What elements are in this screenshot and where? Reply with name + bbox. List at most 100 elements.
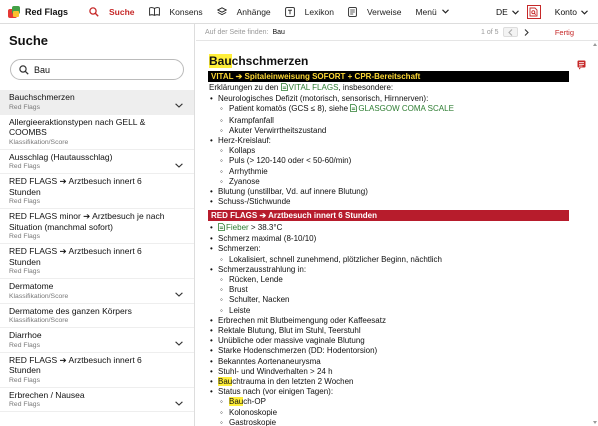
text: Lokalisiert, schnell zunehmend, plötzlic… xyxy=(229,254,443,264)
find-bar: Auf der Seite finden: Bau 1 of 5 Fertig xyxy=(196,24,598,41)
chevron-down-icon[interactable] xyxy=(175,284,183,302)
result-title: RED FLAGS ➔ Arztbesuch innert 6 Stunden xyxy=(9,176,142,197)
reference-link[interactable]: Fieber xyxy=(218,223,249,232)
list-item: Leiste xyxy=(209,306,442,316)
list-item: Kolonoskopie xyxy=(209,408,442,418)
app-logo[interactable]: Red Flags xyxy=(8,5,82,18)
language-selector[interactable]: DE xyxy=(496,7,508,17)
nav-label: Anhänge xyxy=(236,6,271,17)
search-result-item[interactable]: RED FLAGS ➔ Arztbesuch innert 6 Stunden R… xyxy=(0,244,194,279)
chevron-down-icon[interactable] xyxy=(175,155,183,173)
nav-anhänge[interactable]: Anhänge xyxy=(210,0,278,24)
list-item: Rücken, Lende xyxy=(209,275,442,285)
main-nav: Suche Konsens Anhänge Lexikon Verweise Menü xyxy=(82,0,461,24)
search-highlight: Bau xyxy=(229,397,244,407)
list-item: Arrhythmie xyxy=(209,167,454,177)
nav-menü[interactable]: Menü xyxy=(408,0,460,24)
list-item: Zyanose xyxy=(209,177,454,187)
search-result-item[interactable]: Dermatome Klassifikation/Score xyxy=(0,279,194,304)
find-input[interactable]: Bau xyxy=(272,29,284,36)
search-result-item[interactable]: Erbrechen / Nausea Red Flags xyxy=(0,388,194,412)
nav-label: Lexikon xyxy=(304,6,334,17)
document-icon xyxy=(348,6,362,17)
reference-link[interactable]: GLASGOW COMA SCALE xyxy=(350,104,454,113)
search-result-item[interactable]: Ausschlag (Hautausschlag) Red Flags xyxy=(0,150,194,174)
chevron-down-icon[interactable] xyxy=(175,95,183,113)
find-previous-button[interactable] xyxy=(503,27,518,37)
chevron-down-icon[interactable] xyxy=(581,9,588,15)
find-in-page-button[interactable] xyxy=(526,5,541,19)
app-name: Red Flags xyxy=(25,6,69,17)
chevron-down-icon[interactable] xyxy=(511,9,519,15)
text: Krampfanfall xyxy=(229,115,274,125)
nav-verweise[interactable]: Verweise xyxy=(341,0,409,24)
reference-link[interactable]: VITAL FLAGS xyxy=(280,83,338,94)
list-item: Krampfanfall xyxy=(209,116,454,126)
result-category: Red Flags xyxy=(9,103,40,111)
list-item: Puls (> 120-140 oder < 50-60/min) xyxy=(209,156,454,166)
result-category: Klassifikation/Score xyxy=(9,292,69,300)
text: Herz-Kreislauf: xyxy=(218,136,271,146)
list-item: Schmerz maximal (8-10/10) xyxy=(209,234,442,244)
search-field[interactable] xyxy=(10,59,184,80)
note-icon[interactable] xyxy=(577,60,586,70)
text: Blutung (unstillbar, Vd. auf innere Blut… xyxy=(218,187,368,197)
text: Schulter, Nacken xyxy=(229,295,290,305)
red-flags-section-content: Fieber > 38.3°CSchmerz maximal (8-10/10)… xyxy=(209,223,442,426)
top-navigation-bar: Red Flags Suche Konsens Anhänge Lexikon Verw… xyxy=(0,0,598,24)
link-document-icon xyxy=(350,104,358,115)
text: Brust xyxy=(229,285,248,295)
sidebar-title: Suche xyxy=(9,33,49,48)
text: Neurologisches Defizit (motorisch, senso… xyxy=(218,94,429,104)
result-category: Red Flags xyxy=(9,376,40,384)
nav-konsens[interactable]: Konsens xyxy=(142,0,210,24)
search-result-item[interactable]: RED FLAGS ➔ Arztbesuch innert 6 Stunden R… xyxy=(0,353,194,388)
search-result-item[interactable]: Allergieeraktionstypen nach GELL & COOMB… xyxy=(0,115,194,150)
result-title: Ausschlag (Hautausschlag) xyxy=(9,151,113,162)
find-next-button[interactable] xyxy=(521,27,531,37)
nav-label: Menü xyxy=(415,6,437,17)
account-menu[interactable]: Konto xyxy=(555,7,577,17)
text: Kollaps xyxy=(229,146,256,156)
search-input[interactable] xyxy=(34,64,174,75)
result-title: RED FLAGS minor ➔ Arztbesuch je nach Sit… xyxy=(9,211,165,232)
search-result-item[interactable]: RED FLAGS minor ➔ Arztbesuch je nach Sit… xyxy=(0,209,194,244)
scrollbar[interactable] xyxy=(592,41,598,426)
text: Schmerzen: xyxy=(218,244,261,254)
content-pane: Auf der Seite finden: Bau 1 of 5 Fertig … xyxy=(196,24,598,426)
chevron-down-icon[interactable] xyxy=(175,333,183,351)
list-item: Bekanntes Aortenaneurysma xyxy=(209,357,442,367)
find-in-page-icon xyxy=(529,7,538,17)
list-item: Fieber > 38.3°C xyxy=(209,223,442,234)
link-document-icon xyxy=(280,83,288,94)
find-done-button[interactable]: Fertig xyxy=(555,28,574,37)
nav-lexikon[interactable]: Lexikon xyxy=(278,0,341,24)
text: Arrhythmie xyxy=(229,166,268,176)
text: Unübliche oder massive vaginale Blutung xyxy=(218,336,365,346)
result-title: RED FLAGS ➔ Arztbesuch innert 6 Stunden xyxy=(9,246,142,267)
search-result-item[interactable]: Bauchschmerzen Red Flags xyxy=(0,90,194,115)
text: Patient komatös (GCS ≤ 8), siehe xyxy=(229,104,351,114)
list-item: Akuter Verwirrtheitszustand xyxy=(209,126,454,136)
search-result-item[interactable]: Diarrhoe Red Flags xyxy=(0,328,194,353)
text: Bekanntes Aortenaneurysma xyxy=(218,356,321,366)
search-result-item[interactable]: RED FLAGS ➔ Arztbesuch innert 6 Stunden R… xyxy=(0,174,194,209)
list-item: Neurologisches Defizit (motorisch, senso… xyxy=(209,94,454,104)
search-highlight: Bau xyxy=(218,377,233,387)
text: Starke Hodenschmerzen (DD: Hodentorsion) xyxy=(218,346,378,356)
logo-icon xyxy=(8,5,20,18)
chevron-down-icon[interactable] xyxy=(175,393,183,411)
chevron-down-icon xyxy=(441,9,454,14)
result-title: RED FLAGS ➔ Arztbesuch innert 6 Stunden xyxy=(9,354,142,376)
result-title: Dermatome des ganzen Körpers xyxy=(9,305,132,316)
list-item: Stuhl- und Windverhalten > 24 h xyxy=(209,367,442,377)
search-sidebar: Suche BauchschmerzenRed FlagsAllergieera… xyxy=(0,24,195,426)
text: Rücken, Lende xyxy=(229,275,283,285)
list-item: Herz-Kreislauf: xyxy=(209,136,454,146)
search-result-item[interactable]: Dermatome des ganzen Körpers Klassifikati… xyxy=(0,304,194,328)
list-item: Brust xyxy=(209,285,442,295)
list-item: Patient komatös (GCS ≤ 8), siehe GLASGOW… xyxy=(209,104,454,115)
list-item: Schuss-/Stichwunde xyxy=(209,197,454,207)
text: Schuss-/Stichwunde xyxy=(218,197,291,207)
nav-suche[interactable]: Suche xyxy=(82,0,142,24)
